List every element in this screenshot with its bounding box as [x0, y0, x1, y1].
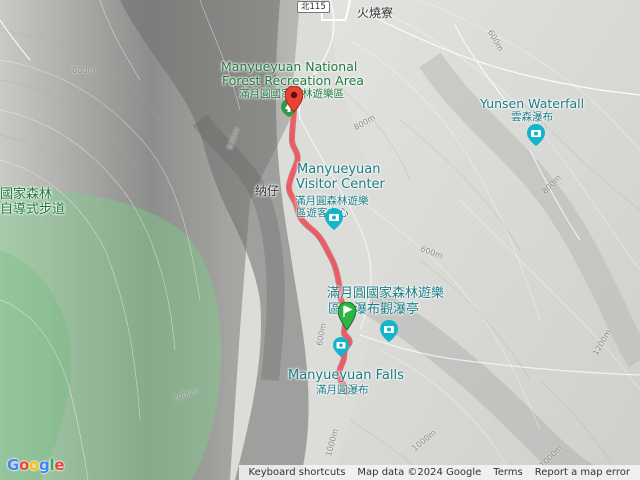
- keyboard-shortcuts-link[interactable]: Keyboard shortcuts: [243, 467, 352, 478]
- trail-label-2[interactable]: 自導式步道: [0, 203, 65, 216]
- visitor-center-label-2[interactable]: Visitor Center: [296, 178, 385, 191]
- contour-label: 800m: [72, 66, 96, 75]
- end-pin-marker[interactable]: [285, 86, 303, 112]
- terms-link[interactable]: Terms: [487, 467, 528, 478]
- manyueyuan-falls-label[interactable]: Manyueyuan Falls: [288, 369, 404, 382]
- camera-icon[interactable]: [325, 208, 343, 230]
- start-flag-marker[interactable]: [338, 302, 356, 330]
- google-logo[interactable]: Google: [7, 456, 64, 474]
- yunsen-waterfall-label-zh[interactable]: 雲森瀑布: [511, 111, 553, 124]
- camera-icon[interactable]: [380, 320, 398, 342]
- visitor-center-label-1[interactable]: Manyueyuan: [297, 163, 381, 176]
- camera-icon[interactable]: [527, 124, 545, 146]
- map-view[interactable]: 北115 火燒寮 Manyueyuan National Forest Recr…: [0, 0, 640, 480]
- report-map-error-link[interactable]: Report a map error: [529, 467, 636, 478]
- recreation-area-label-1[interactable]: Manyueyuan National: [221, 60, 357, 73]
- map-data-text: Map data ©2024 Google: [357, 467, 482, 478]
- village-label: 火燒寮: [357, 6, 394, 20]
- nazai-label: 納仔: [255, 184, 280, 198]
- trail-label-1[interactable]: 國家森林: [0, 188, 52, 201]
- yunsen-waterfall-label[interactable]: Yunsen Waterfall: [480, 97, 584, 110]
- route-shield: 北115: [297, 1, 330, 13]
- viewing-pavilion-label-1[interactable]: 滿月圓國家森林遊樂: [327, 287, 444, 300]
- manyueyuan-falls-label-zh[interactable]: 滿月圓瀑布: [316, 384, 369, 397]
- camera-icon[interactable]: [333, 337, 349, 357]
- attribution-bar: Keyboard shortcuts Map data ©2024 Google…: [238, 465, 640, 480]
